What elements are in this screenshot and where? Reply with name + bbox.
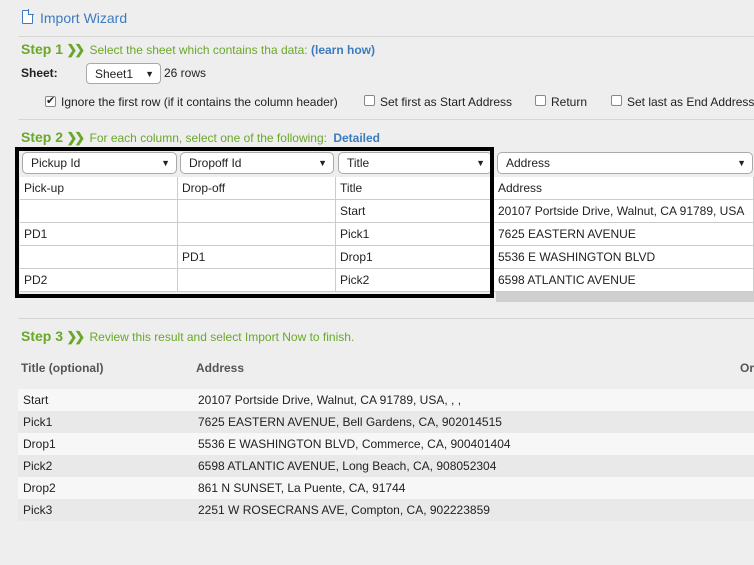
return-checkbox[interactable] <box>535 95 546 106</box>
result-address: 2251 W ROSECRANS AVE, Compton, CA, 90222… <box>198 503 490 517</box>
result-title: Start <box>23 393 49 407</box>
return-label: Return <box>551 95 588 109</box>
result-header-title: Title (optional) <box>21 361 104 375</box>
set-first-start-checkbox[interactable] <box>364 95 375 106</box>
ignore-first-row-checkbox[interactable] <box>45 94 56 107</box>
result-title: Drop1 <box>23 437 56 451</box>
learn-how-link[interactable]: (learn how) <box>311 43 375 57</box>
result-title: Drop2 <box>23 481 56 495</box>
result-address: 7625 EASTERN AVENUE, Bell Gardens, CA, 9… <box>198 415 502 429</box>
result-row: Drop1 5536 E WASHINGTON BLVD, Commerce, … <box>18 433 754 455</box>
grid-cell: 6598 ATLANTIC AVENUE <box>494 269 754 292</box>
set-last-end-checkbox[interactable] <box>611 95 622 106</box>
grid-cell: 20107 Portside Drive, Walnut, CA 91789, … <box>494 200 754 223</box>
result-title: Pick2 <box>23 459 53 473</box>
result-address: 861 N SUNSET, La Puente, CA, 91744 <box>198 481 406 495</box>
divider <box>18 36 754 37</box>
result-title: Pick3 <box>23 503 53 517</box>
column-select-address[interactable]: Address ▼ <box>497 152 753 174</box>
result-row: Pick1 7625 EASTERN AVENUE, Bell Gardens,… <box>18 411 754 433</box>
result-row: Drop2 861 N SUNSET, La Puente, CA, 91744 <box>18 477 754 499</box>
set-last-end-label: Set last as End Address <box>627 95 754 109</box>
highlight-box <box>15 147 494 298</box>
result-header-or: Or <box>740 361 754 375</box>
ignore-first-row-label: Ignore the first row (if it contains the… <box>61 95 338 109</box>
step3-text: Review this result and select Import Now… <box>89 330 355 344</box>
column-select-label: Address <box>506 156 551 170</box>
chevron-right-icon: ❯❯ <box>66 329 85 344</box>
grid-cell: 7625 EASTERN AVENUE <box>494 223 754 246</box>
wizard-title: Import Wizard <box>40 10 128 26</box>
result-row: Start 20107 Portside Drive, Walnut, CA 9… <box>18 389 754 411</box>
rows-count: 26 rows <box>164 66 207 80</box>
chevron-down-icon: ▼ <box>737 158 746 168</box>
set-first-start-label: Set first as Start Address <box>380 95 513 109</box>
result-row: Pick3 2251 W ROSECRANS AVE, Compton, CA,… <box>18 499 754 521</box>
sheet-select-value: Sheet1 <box>95 67 134 81</box>
sheet-label: Sheet: <box>21 66 58 80</box>
horizontal-scrollbar[interactable] <box>496 292 754 302</box>
detailed-link[interactable]: Detailed <box>333 131 380 145</box>
chevron-right-icon: ❯❯ <box>66 42 85 57</box>
result-header-address: Address <box>196 361 245 375</box>
result-title: Pick1 <box>23 415 53 429</box>
divider <box>18 119 754 120</box>
step3-label: Step 3 <box>21 328 64 344</box>
grid-cell: Address <box>494 177 754 200</box>
document-icon <box>22 9 34 24</box>
step3-header: Step 3 ❯❯ Review this result and select … <box>21 328 354 345</box>
step1-header: Step 1 ❯❯ Select the sheet which contain… <box>21 41 375 58</box>
step2-label: Step 2 <box>21 129 64 145</box>
step2-header: Step 2 ❯❯ For each column, select one of… <box>21 129 380 146</box>
result-address: 5536 E WASHINGTON BLVD, Commerce, CA, 90… <box>198 437 511 451</box>
divider <box>18 318 754 319</box>
result-address: 6598 ATLANTIC AVENUE, Long Beach, CA, 90… <box>198 459 497 473</box>
step1-label: Step 1 <box>21 41 64 57</box>
step1-text: Select the sheet which contains tha data… <box>89 43 308 57</box>
step2-text: For each column, select one of the follo… <box>89 131 327 145</box>
result-row: Pick2 6598 ATLANTIC AVENUE, Long Beach, … <box>18 455 754 477</box>
chevron-right-icon: ❯❯ <box>66 130 85 145</box>
result-address: 20107 Portside Drive, Walnut, CA 91789, … <box>198 393 462 407</box>
grid-cell: 5536 E WASHINGTON BLVD <box>494 246 754 269</box>
sheet-select[interactable]: Sheet1 ▼ <box>86 63 161 84</box>
chevron-down-icon: ▼ <box>145 69 154 79</box>
